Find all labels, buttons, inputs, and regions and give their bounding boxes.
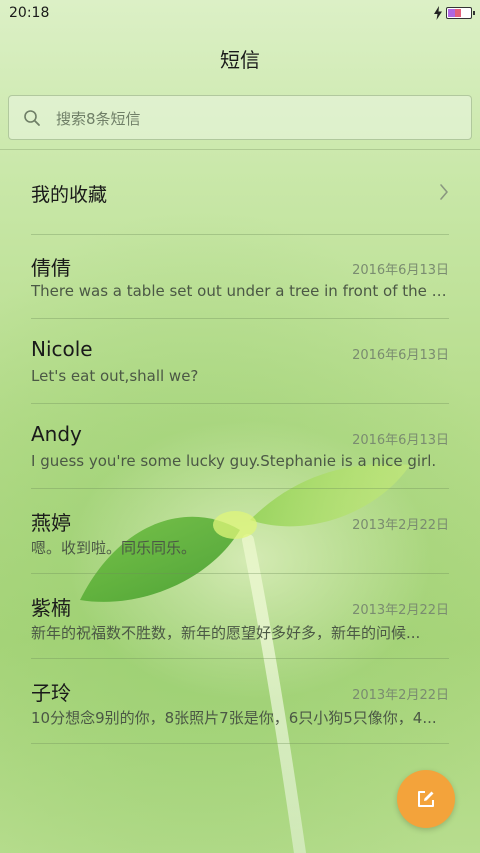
chevron-right-icon [440,184,448,200]
thread-list: 倩倩 2016年6月13日 There was a table set out … [31,234,449,744]
favorites-label: 我的收藏 [31,184,108,206]
status-bar: 20:18 [0,0,480,26]
search-box[interactable] [8,95,472,141]
thread-item[interactable]: 子玲 2013年2月22日 10分想念9别的你，8张照片7张是你，6只小狗5只像… [31,659,449,744]
favorites-row[interactable]: 我的收藏 [31,150,449,235]
compose-button[interactable] [397,770,455,828]
thread-date: 2016年6月13日 [352,433,449,448]
thread-name: Andy [31,422,82,446]
battery-icon [446,7,475,19]
thread-name: 子玲 [31,681,71,705]
search-icon [24,110,40,126]
thread-preview: There was a table set out under a tree i… [31,282,449,300]
bolt-icon [434,6,442,20]
thread-name: Nicole [31,337,93,361]
search-input[interactable] [54,96,458,141]
thread-name: 燕婷 [31,511,71,535]
thread-item[interactable]: 紫楠 2013年2月22日 新年的祝福数不胜数，新年的愿望好多好多，新年的问候.… [31,574,449,659]
thread-preview: I guess you're some lucky guy.Stephanie … [31,452,437,470]
thread-preview: 新年的祝福数不胜数，新年的愿望好多好多，新年的问候... [31,624,421,642]
thread-name: 倩倩 [31,256,71,280]
status-icons [433,6,475,20]
thread-preview: Let's eat out,shall we? [31,367,199,385]
thread-date: 2013年2月22日 [352,603,449,618]
status-time: 20:18 [9,5,50,21]
compose-icon [418,791,434,807]
thread-item[interactable]: Andy 2016年6月13日 I guess you're some luck… [31,404,449,489]
thread-date: 2016年6月13日 [352,348,449,363]
thread-name: 紫楠 [31,596,71,620]
thread-item[interactable]: 燕婷 2013年2月22日 嗯。收到啦。同乐同乐。 [31,489,449,574]
thread-date: 2013年2月22日 [352,688,449,703]
thread-preview: 10分想念9别的你，8张照片7张是你，6只小狗5只像你，4... [31,709,437,727]
page-title: 短信 [220,48,260,72]
thread-date: 2013年2月22日 [352,518,449,533]
thread-item[interactable]: 倩倩 2016年6月13日 There was a table set out … [31,234,449,319]
thread-item[interactable]: Nicole 2016年6月13日 Let's eat out,shall we… [31,319,449,404]
thread-date: 2016年6月13日 [352,263,449,278]
thread-preview: 嗯。收到啦。同乐同乐。 [31,539,197,557]
